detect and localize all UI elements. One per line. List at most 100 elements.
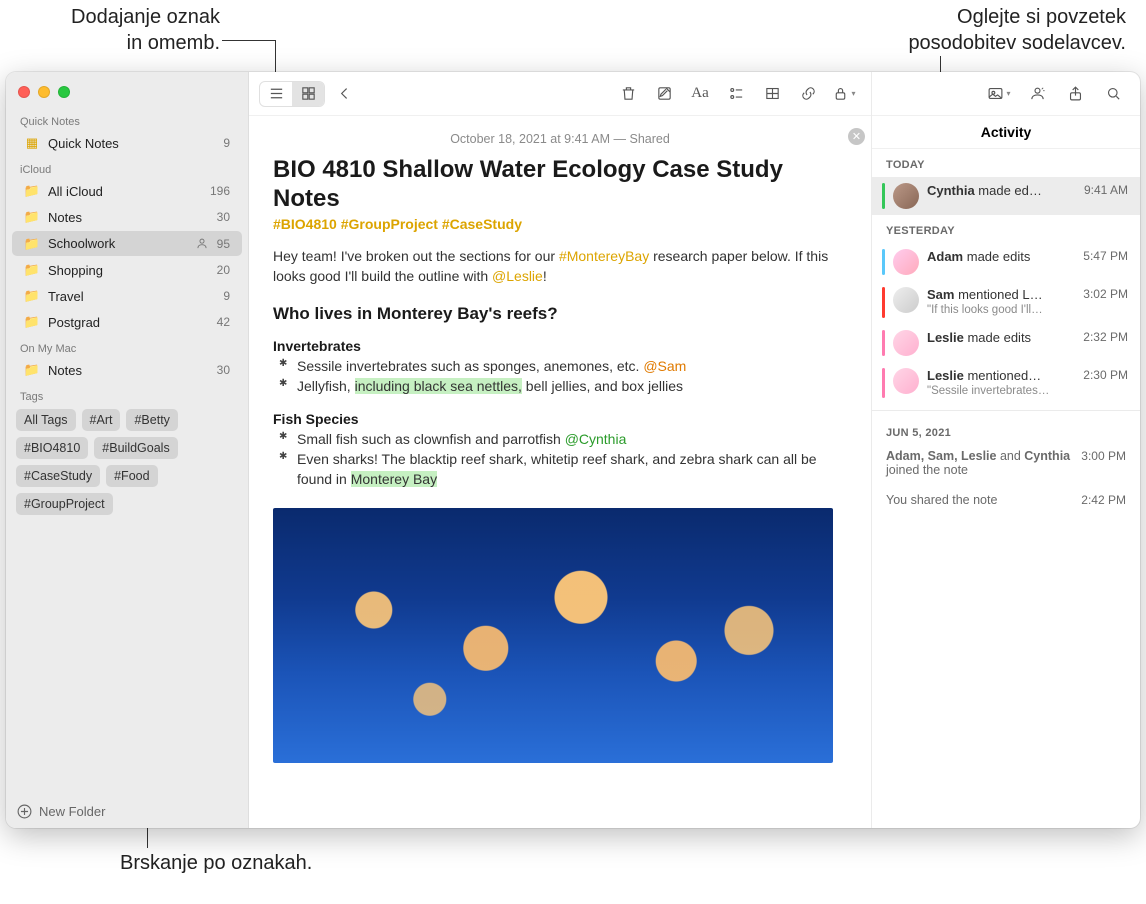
minimize-window-button[interactable] — [38, 86, 50, 98]
tags-list: All Tags #Art #Betty #BIO4810 #BuildGoal… — [6, 405, 248, 519]
mention[interactable]: @Cynthia — [565, 431, 627, 447]
callout-activity: Oglejte si povzetek posodobitev sodelavc… — [786, 4, 1126, 56]
view-toggle — [259, 81, 325, 107]
mention[interactable]: @Sam — [643, 358, 686, 374]
activity-time: 2:32 PM — [1083, 330, 1128, 344]
activity-title: Activity — [872, 116, 1140, 149]
format-button[interactable]: Aa — [683, 80, 717, 108]
activity-edge — [882, 287, 885, 318]
note-image-jellyfish[interactable] — [273, 508, 833, 763]
sidebar-item-count: 95 — [217, 237, 230, 251]
list-view-button[interactable] — [260, 82, 292, 106]
activity-text: Leslie made edits — [927, 330, 1071, 346]
activity-edge — [882, 249, 885, 275]
gallery-view-button[interactable] — [292, 82, 324, 106]
back-button[interactable] — [327, 80, 361, 108]
activity-text: Sam mentioned L… "If this looks good I'l… — [927, 287, 1071, 318]
tag-chip-groupproject[interactable]: #GroupProject — [16, 493, 113, 515]
tag-chip-all[interactable]: All Tags — [16, 409, 76, 431]
chevron-down-icon: ▾ — [851, 89, 855, 98]
activity-plain-row: You shared the note 2:42 PM — [872, 489, 1140, 511]
media-button[interactable]: ▾ — [982, 80, 1016, 108]
main-toolbar: Aa ▾ — [249, 72, 871, 116]
highlight: including black sea nettles, — [355, 378, 522, 394]
activity-row[interactable]: Leslie made edits 2:32 PM — [872, 324, 1140, 362]
mention[interactable]: @Leslie — [492, 268, 543, 284]
list-item: Sessile invertebrates such as sponges, a… — [297, 356, 847, 376]
new-folder-label: New Folder — [39, 804, 105, 819]
link-button[interactable] — [791, 80, 825, 108]
activity-row[interactable]: Leslie mentioned… "Sessile invertebrates… — [872, 362, 1140, 405]
sidebar-item-count: 9 — [223, 136, 230, 150]
sidebar: Quick Notes ▦ Quick Notes 9 iCloud 📁 All… — [6, 72, 249, 828]
sidebar-item-shopping[interactable]: 📁 Shopping 20 — [12, 258, 242, 282]
list-item: Even sharks! The blacktip reef shark, wh… — [297, 449, 847, 490]
fullscreen-window-button[interactable] — [58, 86, 70, 98]
sidebar-item-postgrad[interactable]: 📁 Postgrad 42 — [12, 310, 242, 334]
sidebar-item-label: Notes — [48, 363, 209, 378]
tag-chip-food[interactable]: #Food — [106, 465, 157, 487]
folder-icon: 📁 — [24, 362, 40, 378]
bullet-list: Sessile invertebrates such as sponges, a… — [273, 356, 847, 397]
callout-tags-mentions: Dodajanje oznak in omemb. — [20, 4, 220, 56]
tag-chip-buildgoals[interactable]: #BuildGoals — [94, 437, 177, 459]
sidebar-item-count: 196 — [210, 184, 230, 198]
sidebar-item-schoolwork[interactable]: 📁 Schoolwork 95 — [12, 231, 242, 256]
plus-circle-icon — [16, 803, 33, 820]
avatar — [893, 287, 919, 313]
activity-text: Cynthia made ed… — [927, 183, 1072, 199]
activity-toolbar: ▾ — [872, 72, 1140, 116]
activity-time: 9:41 AM — [1084, 183, 1128, 197]
sidebar-item-onmymac-notes[interactable]: 📁 Notes 30 — [12, 358, 242, 382]
activity-edge — [882, 183, 885, 209]
sidebar-item-all-icloud[interactable]: 📁 All iCloud 196 — [12, 179, 242, 203]
new-note-button[interactable] — [647, 80, 681, 108]
window-controls — [6, 80, 248, 108]
sidebar-item-travel[interactable]: 📁 Travel 9 — [12, 284, 242, 308]
chevron-down-icon: ▾ — [1006, 89, 1010, 98]
sidebar-section-quicknotes: Quick Notes — [6, 108, 248, 130]
sidebar-item-count: 9 — [223, 289, 230, 303]
table-button[interactable] — [755, 80, 789, 108]
folder-icon: 📁 — [24, 262, 40, 278]
note-subheading: Fish Species — [273, 411, 847, 427]
tag-chip-betty[interactable]: #Betty — [126, 409, 177, 431]
search-button[interactable] — [1096, 80, 1130, 108]
note-title: BIO 4810 Shallow Water Ecology Case Stud… — [273, 156, 847, 214]
new-folder-button[interactable]: New Folder — [16, 803, 105, 820]
activity-plain-row: Adam, Sam, Leslie and Cynthia joined the… — [872, 445, 1140, 481]
tag-chip-art[interactable]: #Art — [82, 409, 121, 431]
sidebar-item-label: Postgrad — [48, 315, 209, 330]
folder-icon: 📁 — [24, 236, 40, 252]
lock-button[interactable]: ▾ — [827, 80, 861, 108]
activity-time: 3:02 PM — [1083, 287, 1128, 301]
folder-icon: 📁 — [24, 183, 40, 199]
collaborate-button[interactable] — [1020, 80, 1054, 108]
sidebar-item-label: All iCloud — [48, 184, 202, 199]
checklist-button[interactable] — [719, 80, 753, 108]
close-activity-button[interactable]: ✕ — [848, 128, 865, 145]
sidebar-item-notes[interactable]: 📁 Notes 30 — [12, 205, 242, 229]
sidebar-item-count: 30 — [217, 210, 230, 224]
sidebar-section-icloud: iCloud — [6, 156, 248, 178]
tag-chip-bio4810[interactable]: #BIO4810 — [16, 437, 88, 459]
hashtag[interactable]: #MontereyBay — [559, 248, 649, 264]
tag-chip-casestudy[interactable]: #CaseStudy — [16, 465, 100, 487]
share-button[interactable] — [1058, 80, 1092, 108]
activity-section-today: TODAY — [872, 149, 1140, 177]
activity-section-older: JUN 5, 2021 — [872, 417, 1140, 445]
activity-row[interactable]: Cynthia made ed… 9:41 AM — [872, 177, 1140, 215]
grid-icon: ▦ — [24, 135, 40, 151]
notes-window: Quick Notes ▦ Quick Notes 9 iCloud 📁 All… — [6, 72, 1140, 828]
shared-icon — [195, 235, 209, 252]
sidebar-item-quicknotes[interactable]: ▦ Quick Notes 9 — [12, 131, 242, 155]
avatar — [893, 330, 919, 356]
activity-row[interactable]: Adam made edits 5:47 PM — [872, 243, 1140, 281]
sidebar-item-label: Notes — [48, 210, 209, 225]
activity-time: 5:47 PM — [1083, 249, 1128, 263]
close-window-button[interactable] — [18, 86, 30, 98]
sidebar-item-count: 42 — [217, 315, 230, 329]
activity-row[interactable]: Sam mentioned L… "If this looks good I'l… — [872, 281, 1140, 324]
note-editor[interactable]: October 18, 2021 at 9:41 AM — Shared BIO… — [249, 116, 871, 828]
delete-button[interactable] — [611, 80, 645, 108]
